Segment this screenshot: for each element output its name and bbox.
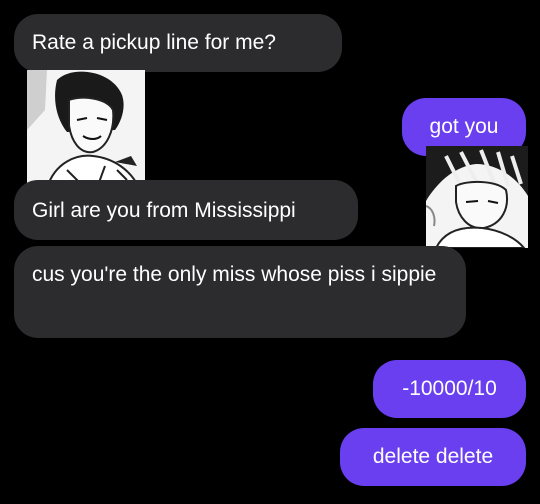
message-bubble-sent[interactable]: -10000/10 xyxy=(373,360,526,418)
message-bubble-sent[interactable]: delete delete xyxy=(340,428,526,486)
message-bubble-received[interactable]: cus you're the only miss whose piss i si… xyxy=(14,246,466,338)
message-text: -10000/10 xyxy=(402,377,497,400)
message-text: Rate a pickup line for me? xyxy=(32,31,276,54)
manga-character-icon xyxy=(426,146,528,248)
sent-avatar-image xyxy=(426,146,528,248)
message-text: cus you're the only miss whose piss i si… xyxy=(32,263,437,286)
message-bubble-received[interactable]: Rate a pickup line for me? xyxy=(14,14,342,72)
message-text: got you xyxy=(429,115,499,138)
received-avatar-image xyxy=(27,70,145,188)
message-text: Girl are you from Mississippi xyxy=(32,199,296,222)
message-text: delete delete xyxy=(372,445,494,468)
manga-character-icon xyxy=(27,70,145,188)
message-bubble-received[interactable]: Girl are you from Mississippi xyxy=(14,180,358,240)
